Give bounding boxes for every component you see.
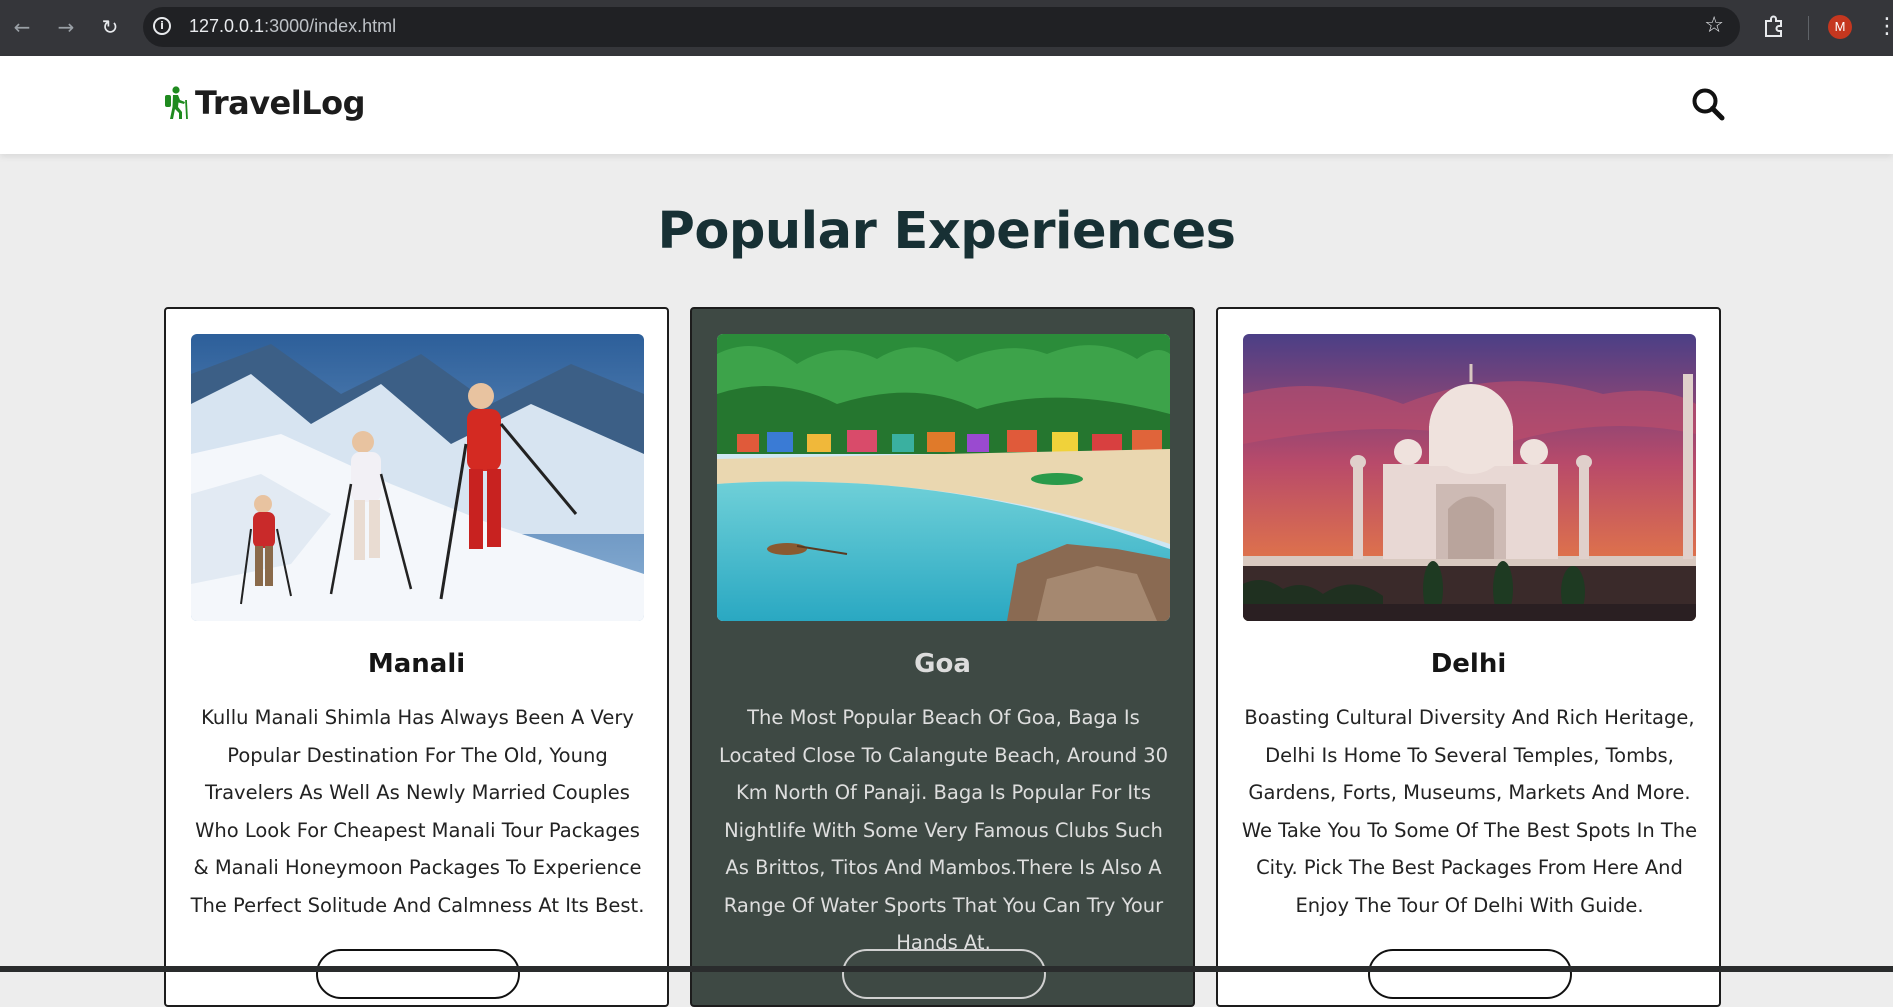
- logo[interactable]: TravelLog: [163, 84, 366, 122]
- brand-name: TravelLog: [195, 84, 366, 122]
- card-photo: [191, 334, 644, 621]
- url-host: 127.0.0.1: [189, 16, 265, 36]
- section-title: Popular Experiences: [657, 202, 1236, 261]
- experience-card-manali: Manali Kullu Manali Shimla Has Always Be…: [164, 307, 669, 1007]
- forward-icon[interactable]: →: [52, 13, 80, 41]
- hiker-icon: [165, 86, 188, 120]
- card-button[interactable]: [1368, 949, 1572, 999]
- url-path: :3000/index.html: [264, 16, 397, 36]
- back-icon[interactable]: ←: [8, 13, 36, 41]
- card-button[interactable]: [316, 949, 520, 999]
- experience-card-goa: Goa The Most Popular Beach Of Goa, Baga …: [690, 307, 1195, 1007]
- card-photo: [1243, 334, 1696, 621]
- card-button[interactable]: [842, 949, 1046, 999]
- info-icon[interactable]: i: [153, 17, 171, 35]
- reload-icon[interactable]: ↻: [96, 13, 124, 41]
- card-title: Goa: [914, 649, 971, 679]
- goa-photo: [717, 334, 1170, 621]
- menu-icon[interactable]: ⋮: [1876, 13, 1893, 41]
- card-description: The Most Popular Beach Of Goa, Baga Is L…: [718, 706, 1169, 954]
- profile-avatar[interactable]: M: [1828, 15, 1852, 39]
- card-description: Boasting Cultural Diversity And Rich Her…: [1241, 706, 1698, 917]
- extensions-icon[interactable]: [1762, 13, 1786, 41]
- card-photo: [717, 334, 1170, 621]
- card-title: Manali: [367, 649, 466, 679]
- browser-toolbar: ← → ↻ i 127.0.0.1:3000/index.html ☆ M ⋮: [0, 0, 1893, 56]
- delhi-photo: [1243, 334, 1696, 621]
- card-title: Delhi: [1430, 649, 1507, 679]
- address-bar[interactable]: i 127.0.0.1:3000/index.html ☆: [143, 7, 1740, 47]
- bottom-edge: [0, 966, 1893, 972]
- manali-photo: [191, 334, 644, 621]
- card-description: Kullu Manali Shimla Has Always Been A Ve…: [190, 706, 645, 917]
- search-icon[interactable]: [1690, 86, 1726, 122]
- star-icon[interactable]: ☆: [1704, 13, 1724, 38]
- site-header: TravelLog: [0, 56, 1893, 154]
- url-text[interactable]: 127.0.0.1:3000/index.html: [189, 16, 396, 37]
- experience-card-delhi: Delhi Boasting Cultural Diversity And Ri…: [1216, 307, 1721, 1007]
- toolbar-divider: [1808, 16, 1809, 40]
